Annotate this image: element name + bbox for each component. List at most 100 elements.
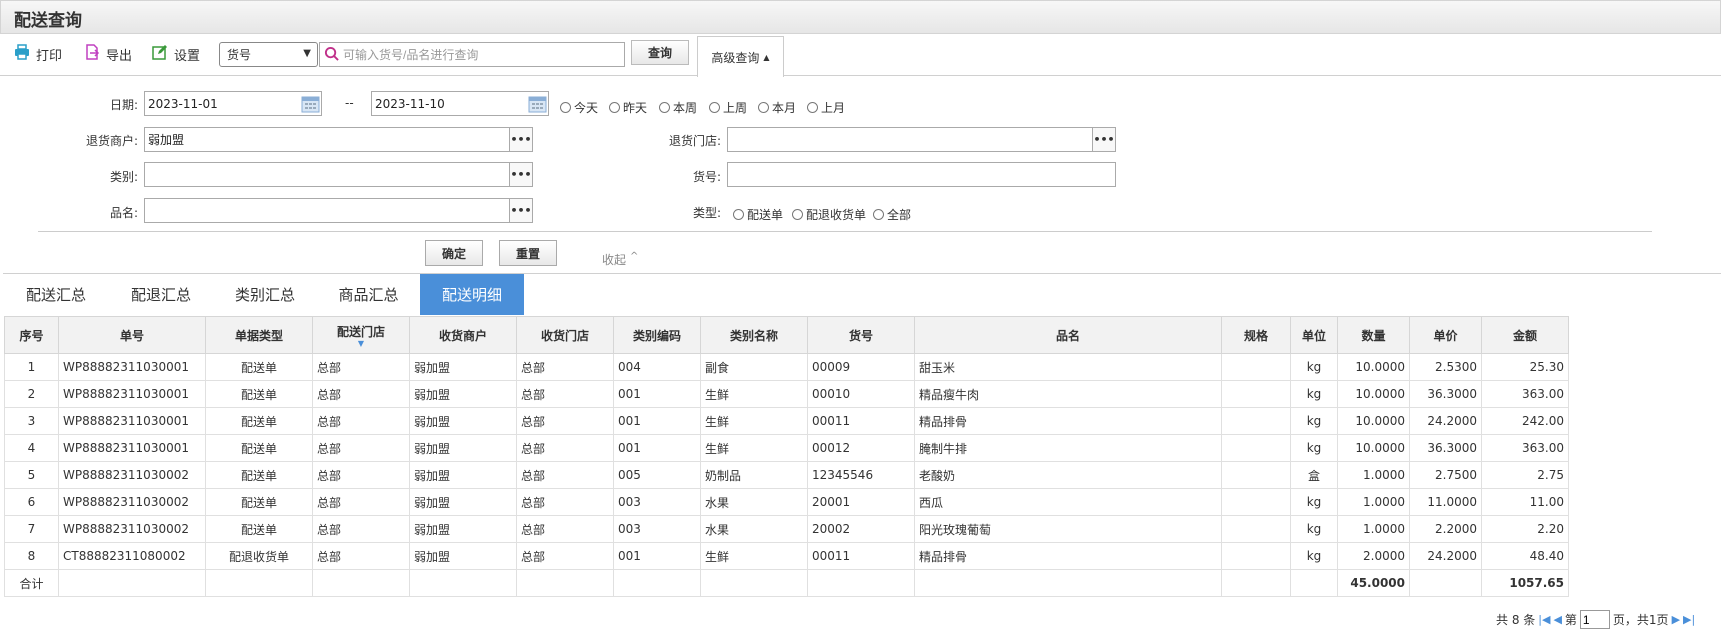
column-header[interactable]: 单位	[1290, 316, 1338, 354]
table-row[interactable]: 1 WP88882311030001 配送单 总部 弱加盟 总部 004 副食 00009 甜玉米…	[4, 353, 1569, 381]
table-cell: 24.2000	[1409, 542, 1482, 570]
table-cell: 弱加盟	[409, 542, 517, 570]
table-cell: 00011	[807, 407, 915, 435]
date-from-input[interactable]: 2023-11-01	[144, 91, 322, 116]
column-header[interactable]: 类别编码	[613, 316, 701, 354]
table-cell: 生鲜	[700, 407, 808, 435]
table-cell: kg	[1290, 515, 1338, 543]
column-header[interactable]: 货号	[807, 316, 915, 354]
column-header[interactable]: 单价	[1409, 316, 1482, 354]
more-icon[interactable]: •••	[509, 198, 533, 223]
tab-delivery-detail[interactable]: 配送明细	[420, 274, 524, 315]
table-cell: 003	[613, 515, 701, 543]
column-header[interactable]: 单号	[58, 316, 206, 354]
type-label: 类型:	[692, 206, 721, 220]
table-cell: 弱加盟	[409, 353, 517, 381]
column-header[interactable]: 类别名称	[700, 316, 808, 354]
export-label: 导出	[106, 48, 133, 64]
query-button[interactable]: 查询	[631, 40, 689, 65]
last-page-icon[interactable]: ▶|	[1683, 613, 1695, 626]
radio-last-week[interactable]: 上周	[709, 99, 747, 116]
next-page-icon[interactable]: ▶	[1672, 613, 1680, 626]
radio-type-return[interactable]: 配退收货单	[792, 206, 866, 223]
radio-circle	[758, 102, 769, 113]
table-row[interactable]: 7 WP88882311030002 配送单 总部 弱加盟 总部 003 水果 20002 阳光玫…	[4, 515, 1569, 543]
table-cell: 11.00	[1481, 488, 1569, 516]
column-header[interactable]: 收货商户	[409, 316, 517, 354]
table-cell: 2.5300	[1409, 353, 1482, 381]
table-cell: kg	[1290, 407, 1338, 435]
page-input[interactable]	[1579, 610, 1610, 629]
table-cell: kg	[1290, 353, 1338, 381]
table-cell: 副食	[700, 353, 808, 381]
table-cell: 36.3000	[1409, 434, 1482, 462]
collapse-toggle[interactable]: 收起 ^	[602, 251, 638, 268]
table-cell: 总部	[516, 461, 614, 489]
tab-product-summary[interactable]: 商品汇总	[317, 274, 420, 315]
radio-this-week[interactable]: 本周	[659, 99, 697, 116]
export-icon	[84, 44, 100, 64]
prev-page-icon[interactable]: ◀	[1553, 613, 1561, 626]
column-header[interactable]: 数量	[1337, 316, 1410, 354]
column-header[interactable]: 品名	[914, 316, 1222, 354]
tab-return-summary[interactable]: 配退汇总	[109, 274, 213, 315]
radio-type-delivery[interactable]: 配送单	[733, 206, 783, 223]
printer-icon	[14, 44, 30, 64]
more-icon[interactable]: •••	[509, 162, 533, 187]
search-input[interactable]	[343, 47, 613, 62]
sort-desc-icon[interactable]: ▼	[313, 339, 409, 348]
confirm-button[interactable]: 确定	[425, 240, 483, 266]
table-cell: 西瓜	[914, 488, 1222, 516]
table-row[interactable]: 3 WP88882311030001 配送单 总部 弱加盟 总部 001 生鲜 00011 精品排…	[4, 407, 1569, 435]
tab-category-summary[interactable]: 类别汇总	[213, 274, 317, 315]
radio-yesterday[interactable]: 昨天	[609, 99, 647, 116]
radio-this-month[interactable]: 本月	[758, 99, 796, 116]
table-cell: 3	[4, 407, 59, 435]
radio-circle	[709, 102, 720, 113]
table-row[interactable]: 5 WP88882311030002 配送单 总部 弱加盟 总部 005 奶制品 1234554…	[4, 461, 1569, 489]
column-header[interactable]: 序号	[4, 316, 59, 354]
print-label: 打印	[36, 48, 63, 64]
calendar-icon[interactable]	[528, 94, 547, 116]
table-cell: 弱加盟	[409, 488, 517, 516]
tab-delivery-summary[interactable]: 配送汇总	[3, 274, 109, 315]
date-to-input[interactable]: 2023-11-10	[371, 91, 549, 116]
calendar-icon[interactable]	[301, 94, 320, 116]
table-cell: 6	[4, 488, 59, 516]
table-row[interactable]: 4 WP88882311030001 配送单 总部 弱加盟 总部 001 生鲜 00012 腌制牛…	[4, 434, 1569, 462]
export-button[interactable]: 导出	[84, 44, 132, 64]
radio-type-all[interactable]: 全部	[873, 206, 911, 223]
column-header[interactable]: 配送门店 ▼	[312, 316, 410, 354]
table-row[interactable]: 8 CT88882311080002 配退收货单 总部 弱加盟 总部 001 生鲜 00011 精…	[4, 542, 1569, 570]
return-store-label: 退货门店:	[668, 134, 721, 148]
more-icon[interactable]: •••	[509, 127, 533, 152]
search-field-select[interactable]: 货号 ▼	[219, 42, 318, 67]
table-row[interactable]: 6 WP88882311030002 配送单 总部 弱加盟 总部 003 水果 20001 西瓜 k…	[4, 488, 1569, 516]
table-row[interactable]: 2 WP88882311030001 配送单 总部 弱加盟 总部 001 生鲜 00010 精品瘦…	[4, 380, 1569, 408]
advanced-query-tab[interactable]: 高级查询 ▲	[697, 36, 784, 77]
more-icon[interactable]: •••	[1092, 127, 1116, 152]
item-no-input[interactable]	[727, 162, 1116, 187]
print-button[interactable]: 打印	[14, 44, 62, 64]
item-name-label: 品名:	[109, 206, 138, 220]
settings-button[interactable]: 设置	[152, 44, 200, 64]
category-input[interactable]	[144, 162, 510, 187]
table-cell: 10.0000	[1337, 353, 1410, 381]
table-cell: WP88882311030002	[58, 515, 206, 543]
first-page-icon[interactable]: |◀	[1538, 613, 1550, 626]
column-header[interactable]: 收货门店	[516, 316, 614, 354]
table-cell: 2	[4, 380, 59, 408]
column-header[interactable]: 单据类型	[205, 316, 313, 354]
radio-today[interactable]: 今天	[560, 99, 598, 116]
table-cell: 363.00	[1481, 380, 1569, 408]
table-cell: 1.0000	[1337, 461, 1410, 489]
item-name-input[interactable]	[144, 198, 510, 223]
radio-circle	[733, 209, 744, 220]
column-header[interactable]: 规格	[1221, 316, 1291, 354]
column-header[interactable]: 金额	[1481, 316, 1569, 354]
return-merchant-input[interactable]: 弱加盟	[144, 127, 510, 152]
page-suffix: 页，共1页	[1612, 613, 1669, 627]
reset-button[interactable]: 重置	[499, 240, 557, 266]
radio-last-month[interactable]: 上月	[807, 99, 845, 116]
return-store-input[interactable]	[727, 127, 1093, 152]
